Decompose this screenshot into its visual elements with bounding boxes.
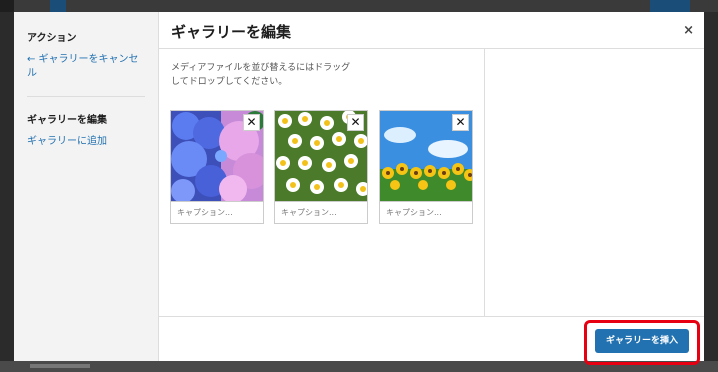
gallery-item[interactable]: ✕ キャプション... <box>274 110 368 224</box>
add-block-button <box>50 0 66 12</box>
actions-heading: アクション <box>27 33 77 44</box>
edit-gallery-heading: ギャラリーを編集 <box>27 115 107 126</box>
publish-button <box>650 0 690 12</box>
remove-item-button[interactable]: ✕ <box>452 114 469 131</box>
drag-hint-line-2: してドロップしてください。 <box>171 77 288 87</box>
sidebar-divider <box>27 96 145 97</box>
edit-gallery-modal: アクション ← ギャラリーをキャンセル ギャラリーを編集 ギャラリーに追加 ギャ… <box>14 12 704 365</box>
insert-gallery-button[interactable]: ギャラリーを挿入 <box>595 329 689 353</box>
add-to-gallery-link[interactable]: ギャラリーに追加 <box>27 135 147 149</box>
caption-field[interactable]: キャプション... <box>275 201 367 223</box>
cancel-gallery-link[interactable]: ← ギャラリーをキャンセル <box>27 53 147 81</box>
wordpress-logo-icon <box>0 0 14 12</box>
close-icon[interactable]: × <box>683 23 694 38</box>
drag-hint: メディアファイルを並び替えるにはドラッグ してドロップしてください。 <box>171 61 371 89</box>
modal-header: ギャラリーを編集 × <box>159 12 704 49</box>
modal-sidebar: アクション ← ギャラリーをキャンセル ギャラリーを編集 ギャラリーに追加 <box>14 12 159 361</box>
caption-field[interactable]: キャプション... <box>380 201 472 223</box>
caption-field[interactable]: キャプション... <box>171 201 263 223</box>
editor-text-fragment <box>30 364 90 368</box>
remove-item-button[interactable]: ✕ <box>243 114 260 131</box>
gallery-item[interactable]: ✕ キャプション... <box>379 110 473 224</box>
gallery-item[interactable]: ✕ キャプション... <box>170 110 264 224</box>
drag-hint-line-1: メディアファイルを並び替えるにはドラッグ <box>171 63 351 73</box>
attachment-details-panel <box>484 49 704 316</box>
page-title: ギャラリーを編集 <box>171 23 292 41</box>
editor-toolbar <box>0 0 718 12</box>
gallery-content: メディアファイルを並び替えるにはドラッグ してドロップしてください。 ✕ キャプ… <box>159 49 484 316</box>
remove-item-button[interactable]: ✕ <box>347 114 364 131</box>
modal-footer: ギャラリーを挿入 <box>159 316 704 365</box>
